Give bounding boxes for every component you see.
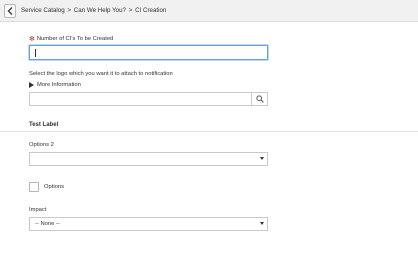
- dropdown-arrow-icon: [260, 222, 264, 225]
- options-checkbox[interactable]: [29, 182, 39, 192]
- impact-select[interactable]: -- None --: [29, 217, 268, 231]
- impact-label: Impact: [29, 207, 47, 213]
- expand-triangle-icon: [29, 82, 34, 88]
- dropdown-arrow-icon: [260, 157, 264, 160]
- chevron-left-icon: [7, 7, 13, 15]
- more-information-toggle[interactable]: More Information: [29, 82, 81, 88]
- options2-select[interactable]: [29, 152, 268, 166]
- num-cis-input[interactable]: [29, 45, 268, 60]
- options2-label: Options 2: [29, 142, 54, 148]
- magnifier-icon: [255, 95, 264, 103]
- breadcrumb-separator: >: [128, 7, 133, 14]
- breadcrumb: Service Catalog > Can We Help You? > CI …: [21, 7, 166, 14]
- text-caret: [35, 49, 36, 57]
- impact-value: -- None --: [35, 221, 60, 227]
- options-checkbox-label: Options: [44, 184, 64, 190]
- back-button[interactable]: [4, 4, 16, 18]
- logo-label: Select the logo which you want it to att…: [29, 71, 173, 77]
- section-title: Test Label: [29, 122, 59, 128]
- logo-reference-input[interactable]: [29, 92, 252, 106]
- header-bar: Service Catalog > Can We Help You? > CI …: [0, 0, 418, 22]
- required-indicator: ✻: [29, 36, 35, 43]
- breadcrumb-item-service-catalog[interactable]: Service Catalog: [21, 7, 65, 14]
- breadcrumb-item-help[interactable]: Can We Help You?: [74, 7, 126, 14]
- num-cis-label-text: Number of CI's To be Created: [36, 36, 114, 42]
- breadcrumb-item-ci-creation: CI Creation: [135, 7, 167, 14]
- more-information-label: More Information: [37, 82, 81, 88]
- breadcrumb-separator: >: [67, 7, 72, 14]
- logo-search-button[interactable]: [251, 92, 268, 106]
- section-divider: [0, 131, 418, 132]
- num-cis-label: ✻ Number of CI's To be Created: [29, 34, 114, 43]
